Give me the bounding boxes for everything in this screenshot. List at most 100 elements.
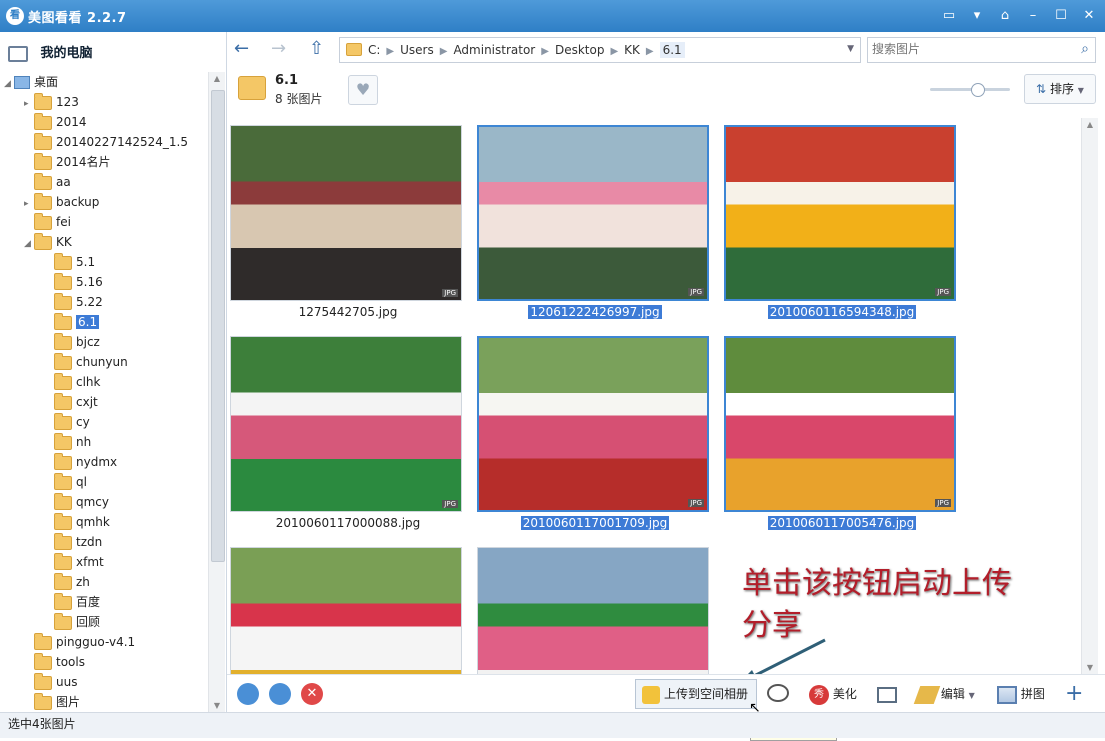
up-folder-icon[interactable]: ⇧ — [309, 38, 324, 59]
upload-to-album-button[interactable]: 上传到空间相册 — [635, 679, 757, 709]
tree-item[interactable]: ql — [44, 472, 87, 492]
scroll-up-arrow-icon[interactable]: ▲ — [209, 74, 225, 83]
thumbnail-size-slider[interactable] — [930, 83, 1010, 97]
tree-item[interactable]: qmcy — [44, 492, 109, 512]
tree-item[interactable]: tools — [24, 652, 85, 672]
scroll-down-arrow-icon[interactable]: ▼ — [209, 701, 225, 710]
slider-knob[interactable] — [971, 83, 985, 97]
thumbnail[interactable]: JPG 12061222426997.jpg — [475, 123, 715, 323]
photo-image[interactable]: JPG — [477, 336, 709, 512]
tree-item[interactable]: 20140227142524_1.5 — [24, 132, 188, 152]
address-bar[interactable]: C: ▶ Users ▶ Administrator ▶ Desktop ▶ KK ▶ 6.1 ▼ — [339, 37, 861, 63]
photo-image[interactable]: JPG — [230, 125, 462, 301]
beautify-button[interactable]: 秀 美化 — [809, 684, 857, 705]
forward-arrow-icon[interactable]: → — [271, 38, 286, 59]
menu-icon[interactable]: ▾ — [967, 6, 987, 26]
favorite-heart-button[interactable]: ♥ — [348, 75, 378, 105]
scroll-thumb[interactable] — [211, 90, 225, 562]
tree-item[interactable]: 5.22 — [44, 292, 103, 312]
tree-item[interactable]: xfmt — [44, 552, 104, 572]
thumbnail[interactable] — [228, 545, 468, 674]
tree-item[interactable]: pingguo-v4.1 — [24, 632, 135, 652]
breadcrumb-segment[interactable]: 6.1 — [659, 42, 685, 58]
tree-item[interactable]: 5.16 — [44, 272, 103, 292]
tree-item[interactable]: chunyun — [44, 352, 128, 372]
thumbnail[interactable]: JPG 2010060116594348.jpg — [722, 123, 962, 323]
scroll-up-arrow-icon[interactable]: ▲ — [1082, 120, 1098, 129]
scroll-down-arrow-icon[interactable]: ▼ — [1082, 663, 1098, 672]
edit-button[interactable]: 编辑 ▼ — [913, 684, 975, 706]
tree-item[interactable]: uus — [24, 672, 77, 692]
photo-image[interactable]: JPG — [724, 336, 956, 512]
tree-item[interactable]: aa — [24, 172, 71, 192]
search-input[interactable] — [868, 38, 1066, 60]
breadcrumb-separator-icon[interactable]: ▶ — [541, 46, 549, 57]
photo-image[interactable]: JPG — [724, 125, 956, 301]
breadcrumb-separator-icon[interactable]: ▶ — [646, 46, 654, 57]
tree-item[interactable]: ◢ KK — [24, 232, 72, 252]
tree-item[interactable]: tzdn — [44, 532, 102, 552]
breadcrumb-segment[interactable]: Desktop — [555, 43, 605, 57]
sidebar-scrollbar[interactable]: ▲ ▼ — [208, 72, 225, 712]
tree-item[interactable]: 回顾 — [44, 612, 100, 632]
sort-button[interactable]: ⇅ 排序 ▼ — [1024, 74, 1096, 104]
breadcrumb-segment[interactable]: Administrator — [453, 43, 535, 57]
slideshow-icon[interactable] — [877, 684, 897, 704]
tree-item[interactable]: 2014名片 — [24, 152, 111, 172]
expanded-arrow-icon[interactable]: ◢ — [4, 74, 14, 94]
tree-item[interactable]: nh — [44, 432, 91, 452]
breadcrumb-separator-icon[interactable]: ▶ — [440, 46, 448, 57]
delete-icon[interactable]: ✕ — [301, 683, 323, 705]
back-arrow-icon[interactable]: ← — [234, 38, 249, 59]
thumbnail[interactable]: JPG 2010060117005476.jpg — [722, 334, 962, 534]
photo-image[interactable]: JPG — [477, 125, 709, 301]
thumbnail[interactable]: JPG 2010060117000088.jpg — [228, 334, 468, 534]
tree-item[interactable]: nydmx — [44, 452, 117, 472]
breadcrumb-segment[interactable]: C: — [368, 43, 380, 57]
tree-item[interactable]: 图片 — [24, 692, 80, 712]
puzzle-button[interactable]: 拼图 — [997, 684, 1045, 704]
tree-item[interactable]: 百度 — [44, 592, 100, 612]
collapsed-arrow-icon[interactable]: ▸ — [24, 194, 34, 214]
folder-icon — [54, 292, 72, 310]
photo-image[interactable] — [477, 547, 709, 674]
photo-image[interactable]: JPG — [230, 336, 462, 512]
tree-item[interactable]: ◢ 桌面 — [4, 72, 58, 92]
thumbnail[interactable]: JPG 2010060117001709.jpg — [475, 334, 715, 534]
tree-item[interactable]: cxjt — [44, 392, 98, 412]
edit-label: 编辑 — [940, 687, 965, 701]
rotate-right-icon[interactable] — [269, 683, 291, 705]
minimize-icon[interactable]: – — [1023, 6, 1043, 26]
thumbnail[interactable]: JPG 1275442705.jpg — [228, 123, 468, 323]
collapsed-arrow-icon[interactable]: ▸ — [24, 94, 34, 114]
tree-item[interactable]: 6.1 — [44, 312, 100, 332]
folder-icon — [54, 472, 72, 490]
tree-item[interactable]: zh — [44, 572, 90, 592]
tree-item[interactable]: ▸ 123 — [24, 92, 79, 112]
breadcrumb-separator-icon[interactable]: ▶ — [386, 46, 394, 57]
chevron-down-icon[interactable]: ▼ — [847, 44, 854, 54]
close-icon[interactable]: ✕ — [1079, 6, 1099, 26]
chat-icon[interactable]: ▭ — [939, 6, 959, 26]
tree-item[interactable]: qmhk — [44, 512, 110, 532]
expanded-arrow-icon[interactable]: ◢ — [24, 234, 34, 254]
add-icon[interactable]: + — [1065, 683, 1083, 705]
weibo-share-icon[interactable] — [767, 684, 789, 708]
tree-item[interactable]: 2014 — [24, 112, 87, 132]
thumbnail[interactable] — [475, 545, 715, 674]
tree-item[interactable]: cy — [44, 412, 90, 432]
breadcrumb-segment[interactable]: KK — [624, 43, 640, 57]
breadcrumb-separator-icon[interactable]: ▶ — [610, 46, 618, 57]
tree-item[interactable]: ▸ backup — [24, 192, 99, 212]
rotate-left-icon[interactable] — [237, 683, 259, 705]
tree-item[interactable]: clhk — [44, 372, 101, 392]
photo-image[interactable] — [230, 547, 462, 674]
tree-item[interactable]: 5.1 — [44, 252, 95, 272]
maximize-icon[interactable]: ☐ — [1051, 6, 1071, 26]
search-icon[interactable]: ⌕ — [1081, 41, 1089, 57]
tree-item[interactable]: bjcz — [44, 332, 100, 352]
breadcrumb-segment[interactable]: Users — [400, 43, 434, 57]
tree-item[interactable]: fei — [24, 212, 71, 232]
my-computer-header[interactable]: 我的电脑 — [8, 42, 93, 62]
skin-icon[interactable]: ⌂ — [995, 6, 1015, 26]
